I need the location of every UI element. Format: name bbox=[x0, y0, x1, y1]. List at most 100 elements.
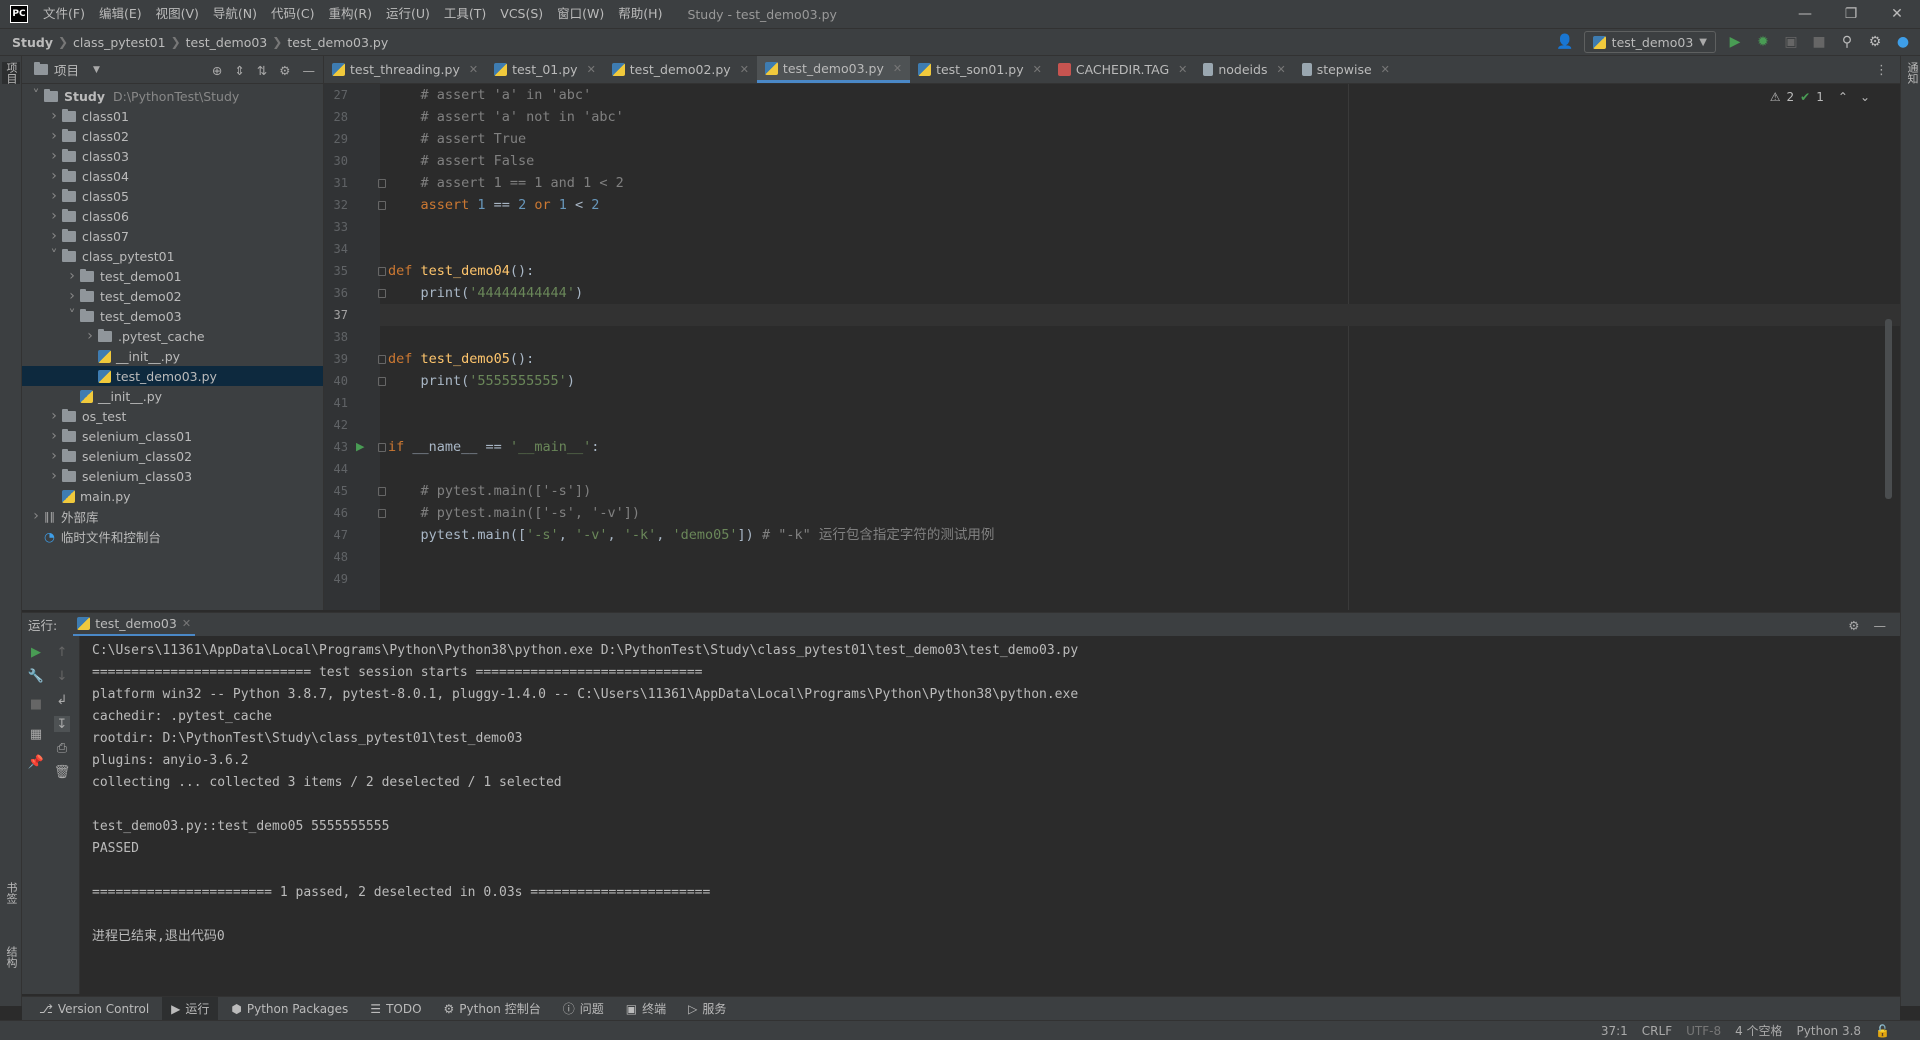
print-icon[interactable]: ⎙ bbox=[54, 740, 70, 756]
inspection-widget[interactable]: ⚠ 2 ✔ 1 ⌃ ⌄ bbox=[1770, 90, 1870, 104]
hide-icon[interactable]: — bbox=[303, 63, 316, 78]
chevron-right-icon[interactable]: › bbox=[46, 408, 62, 424]
breadcrumb-item[interactable]: test_demo03 bbox=[186, 35, 268, 50]
hide-icon[interactable]: — bbox=[1874, 618, 1887, 633]
menu-item[interactable]: 重构(R) bbox=[322, 0, 379, 28]
rerun-icon[interactable]: ▶ bbox=[28, 644, 44, 660]
tree-folder[interactable]: ˅ test_demo03 bbox=[22, 306, 323, 326]
run-config-selector[interactable]: test_demo03 ▼ bbox=[1583, 31, 1716, 53]
close-icon[interactable]: ✕ bbox=[587, 63, 596, 76]
tree-folder[interactable]: ˅ Study D:\PythonTest\Study bbox=[22, 86, 323, 106]
editor-tab[interactable]: CACHEDIR.TAG ✕ bbox=[1050, 56, 1196, 83]
close-icon[interactable]: ✕ bbox=[1874, 0, 1920, 28]
project-tool-tab[interactable]: 项目 bbox=[2, 62, 20, 84]
tree-folder[interactable]: › class01 bbox=[22, 106, 323, 126]
editor-tab[interactable]: test_demo03.py ✕ bbox=[756, 56, 911, 83]
stop-icon[interactable]: ■ bbox=[28, 696, 44, 712]
menu-item[interactable]: VCS(S) bbox=[493, 0, 550, 28]
close-icon[interactable]: ✕ bbox=[1276, 63, 1285, 76]
chevron-right-icon[interactable]: › bbox=[28, 508, 44, 524]
menu-item[interactable]: 视图(V) bbox=[149, 0, 206, 28]
chevron-up-icon[interactable]: ⌃ bbox=[1838, 90, 1848, 104]
tree-folder[interactable]: › selenium_class01 bbox=[22, 426, 323, 446]
close-icon[interactable]: ✕ bbox=[182, 617, 191, 630]
tree-folder[interactable]: › class03 bbox=[22, 146, 323, 166]
chevron-right-icon[interactable]: › bbox=[46, 468, 62, 484]
structure-tool-tab[interactable]: 结构 bbox=[2, 946, 20, 968]
close-icon[interactable]: ✕ bbox=[469, 63, 478, 76]
close-icon[interactable]: ✕ bbox=[893, 62, 902, 75]
close-icon[interactable]: ✕ bbox=[1178, 63, 1187, 76]
project-panel-title[interactable]: 项目 bbox=[54, 60, 79, 79]
chevron-down-icon[interactable]: ˅ bbox=[64, 308, 80, 324]
tool-window-button[interactable]: ▶ 运行 bbox=[162, 996, 219, 1021]
tool-window-button[interactable]: ⚙ Python 控制台 bbox=[435, 997, 550, 1021]
file-encoding[interactable]: UTF-8 bbox=[1686, 1024, 1721, 1038]
tool-window-button[interactable]: ⬢ Python Packages bbox=[222, 997, 357, 1021]
code-editor[interactable]: 27 # assert 'a' in 'abc' 28 # assert 'a' … bbox=[324, 84, 1900, 610]
tree-folder[interactable]: › os_test bbox=[22, 406, 323, 426]
locate-icon[interactable]: ⊕ bbox=[212, 63, 222, 78]
bookmarks-tool-tab[interactable]: 书签 bbox=[2, 882, 20, 904]
gear-icon[interactable]: ⚙ bbox=[1848, 618, 1859, 633]
chevron-down-icon[interactable]: ⌄ bbox=[1860, 90, 1870, 104]
menu-item[interactable]: 代码(C) bbox=[264, 0, 321, 28]
tree-file[interactable]: ◔ 临时文件和控制台 bbox=[22, 526, 323, 546]
tree-folder[interactable]: › class06 bbox=[22, 206, 323, 226]
coverage-icon[interactable]: ▣ bbox=[1782, 33, 1800, 51]
chevron-right-icon[interactable]: › bbox=[82, 328, 98, 344]
tree-folder[interactable]: ˅ class_pytest01 bbox=[22, 246, 323, 266]
minimize-icon[interactable]: — bbox=[1782, 0, 1828, 28]
pycharm-logo-icon[interactable]: PC bbox=[10, 5, 28, 23]
update-icon[interactable]: ● bbox=[1894, 33, 1912, 51]
close-icon[interactable]: ✕ bbox=[1381, 63, 1390, 76]
chevron-right-icon[interactable]: › bbox=[46, 228, 62, 244]
tree-folder[interactable]: › class05 bbox=[22, 186, 323, 206]
layout-icon[interactable]: ▦ bbox=[28, 726, 44, 742]
breadcrumb-item[interactable]: test_demo03.py bbox=[287, 35, 388, 50]
more-tabs-icon[interactable]: ⋮ bbox=[1875, 56, 1888, 84]
tool-window-button[interactable]: ▷ 服务 bbox=[679, 997, 735, 1021]
fold-marker-icon[interactable] bbox=[378, 443, 386, 452]
tree-folder[interactable]: › class02 bbox=[22, 126, 323, 146]
fold-marker-icon[interactable] bbox=[378, 377, 386, 386]
tree-folder[interactable]: › .pytest_cache bbox=[22, 326, 323, 346]
tool-window-button[interactable]: ⓘ 问题 bbox=[554, 997, 613, 1021]
settings-icon[interactable]: ⚙ bbox=[1866, 33, 1884, 51]
editor-tab[interactable]: test_demo02.py ✕ bbox=[604, 56, 757, 83]
chevron-right-icon[interactable]: › bbox=[64, 288, 80, 304]
menu-item[interactable]: 文件(F) bbox=[36, 0, 92, 28]
soft-wrap-icon[interactable]: ↲ bbox=[54, 692, 70, 708]
chevron-right-icon[interactable]: › bbox=[46, 108, 62, 124]
chevron-down-icon[interactable]: ˅ bbox=[28, 88, 44, 104]
menu-item[interactable]: 导航(N) bbox=[206, 0, 264, 28]
chevron-right-icon[interactable]: › bbox=[64, 268, 80, 284]
chevron-right-icon[interactable]: › bbox=[46, 148, 62, 164]
run-icon[interactable]: ▶ bbox=[1726, 33, 1744, 51]
editor-tab[interactable]: nodeids ✕ bbox=[1195, 56, 1293, 83]
tree-file[interactable]: test_demo03.py bbox=[22, 366, 323, 386]
editor-tab[interactable]: stepwise ✕ bbox=[1294, 56, 1398, 83]
trash-icon[interactable]: 🗑 bbox=[54, 764, 71, 780]
tree-folder[interactable]: › test_demo02 bbox=[22, 286, 323, 306]
fold-marker-icon[interactable] bbox=[378, 267, 386, 276]
menu-item[interactable]: 运行(U) bbox=[379, 0, 437, 28]
run-tab[interactable]: test_demo03 ✕ bbox=[73, 613, 196, 637]
editor-scrollbar[interactable] bbox=[1885, 319, 1892, 499]
chevron-right-icon[interactable]: › bbox=[46, 208, 62, 224]
tree-file[interactable]: __init__.py bbox=[22, 386, 323, 406]
tree-file[interactable]: › ‖‖ 外部库 bbox=[22, 506, 323, 526]
chevron-right-icon[interactable]: › bbox=[46, 428, 62, 444]
chevron-right-icon[interactable]: › bbox=[46, 128, 62, 144]
fold-marker-icon[interactable] bbox=[378, 179, 386, 188]
tool-window-button[interactable]: ▣ 终端 bbox=[617, 997, 675, 1021]
close-icon[interactable]: ✕ bbox=[740, 63, 749, 76]
fold-marker-icon[interactable] bbox=[378, 201, 386, 210]
tool-window-button[interactable]: ☰ TODO bbox=[361, 997, 430, 1021]
editor-tab[interactable]: test_01.py ✕ bbox=[486, 56, 604, 83]
debug-icon[interactable]: ✹ bbox=[1754, 33, 1772, 51]
collapse-all-icon[interactable]: ⇅ bbox=[257, 63, 267, 78]
fold-marker-icon[interactable] bbox=[378, 289, 386, 298]
restore-icon[interactable]: ❐ bbox=[1828, 0, 1874, 28]
fold-marker-icon[interactable] bbox=[378, 487, 386, 496]
